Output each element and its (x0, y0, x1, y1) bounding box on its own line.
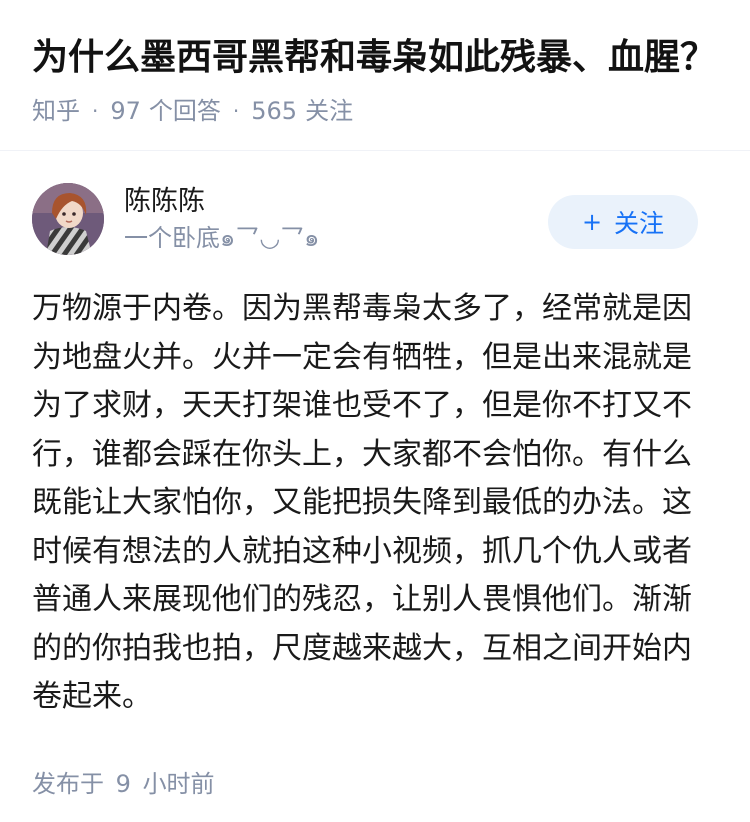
published-number: 9 (115, 769, 131, 798)
published-prefix: 发布于 (32, 769, 104, 798)
follow-button[interactable]: + 关注 (548, 195, 698, 249)
published-time: 发布于 9 小时前 (0, 764, 750, 799)
answer-body: 万物源于内卷。因为黑帮毒枭太多了，经常就是因为地盘火并。火并一定会有牺牲，但是出… (0, 285, 750, 722)
avatar[interactable] (32, 183, 104, 255)
answer-count: 97 (110, 97, 141, 125)
separator-dot: · (92, 99, 99, 123)
divider (0, 150, 750, 151)
answer-count-label[interactable]: 个回答 (149, 95, 221, 127)
author-name[interactable]: 陈陈陈 (124, 184, 319, 220)
avatar-image (32, 183, 104, 255)
author-info: 陈陈陈 一个卧底๑乛◡乛๑ (124, 184, 319, 254)
follow-label: 关注 (614, 209, 665, 238)
author-row: 陈陈陈 一个卧底๑乛◡乛๑ + 关注 (0, 159, 750, 279)
follower-count-label[interactable]: 关注 (305, 95, 353, 127)
separator-dot: · (232, 99, 240, 123)
plus-icon: + (581, 208, 603, 236)
author-bio: 一个卧底๑乛◡乛๑ (124, 224, 320, 252)
question-title[interactable]: 为什么墨西哥黑帮和毒枭如此残暴、血腥？ (32, 34, 718, 82)
follower-count: 565 (251, 97, 298, 125)
answer-text: 万物源于内卷。因为黑帮毒枭太多了，经常就是因为地盘火并。火并一定会有牺牲，但是出… (32, 291, 692, 714)
question-meta: 知乎 · 97 个回答 · 565 关注 (32, 95, 718, 127)
question-header: 为什么墨西哥黑帮和毒枭如此残暴、血腥？ 知乎 · 97 个回答 · 565 关注 (0, 0, 750, 125)
published-suffix: 小时前 (142, 769, 215, 798)
source-label[interactable]: 知乎 (32, 95, 80, 127)
